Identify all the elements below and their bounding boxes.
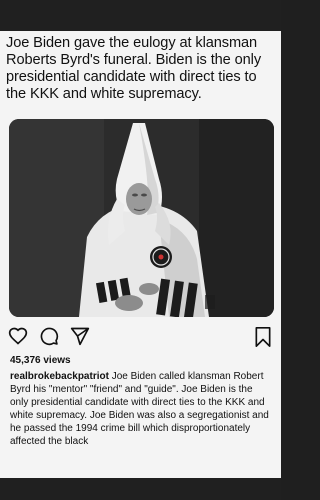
- post-caption-text: Joe Biden gave the eulogy at klansman Ro…: [6, 35, 262, 102]
- post-action-bar: [0, 326, 281, 352]
- instagram-post: Joe Biden gave the eulogy at klansman Ro…: [0, 31, 281, 478]
- bookmark-icon[interactable]: [253, 326, 273, 353]
- top-dark-band: [0, 0, 281, 31]
- heart-icon[interactable]: [8, 326, 28, 351]
- bottom-dark-band: [0, 478, 281, 500]
- post-description: realbrokebackpatriot Joe Biden called kl…: [10, 371, 272, 448]
- comment-icon[interactable]: [39, 326, 59, 351]
- post-username[interactable]: realbrokebackpatriot: [10, 371, 109, 382]
- post-photo[interactable]: [9, 119, 274, 317]
- post-description-text: Joe Biden called klansman Robert Byrd hi…: [10, 371, 269, 447]
- view-count: 45,376 views: [10, 355, 71, 366]
- share-icon[interactable]: [70, 326, 90, 351]
- photo-illustration: [9, 119, 274, 317]
